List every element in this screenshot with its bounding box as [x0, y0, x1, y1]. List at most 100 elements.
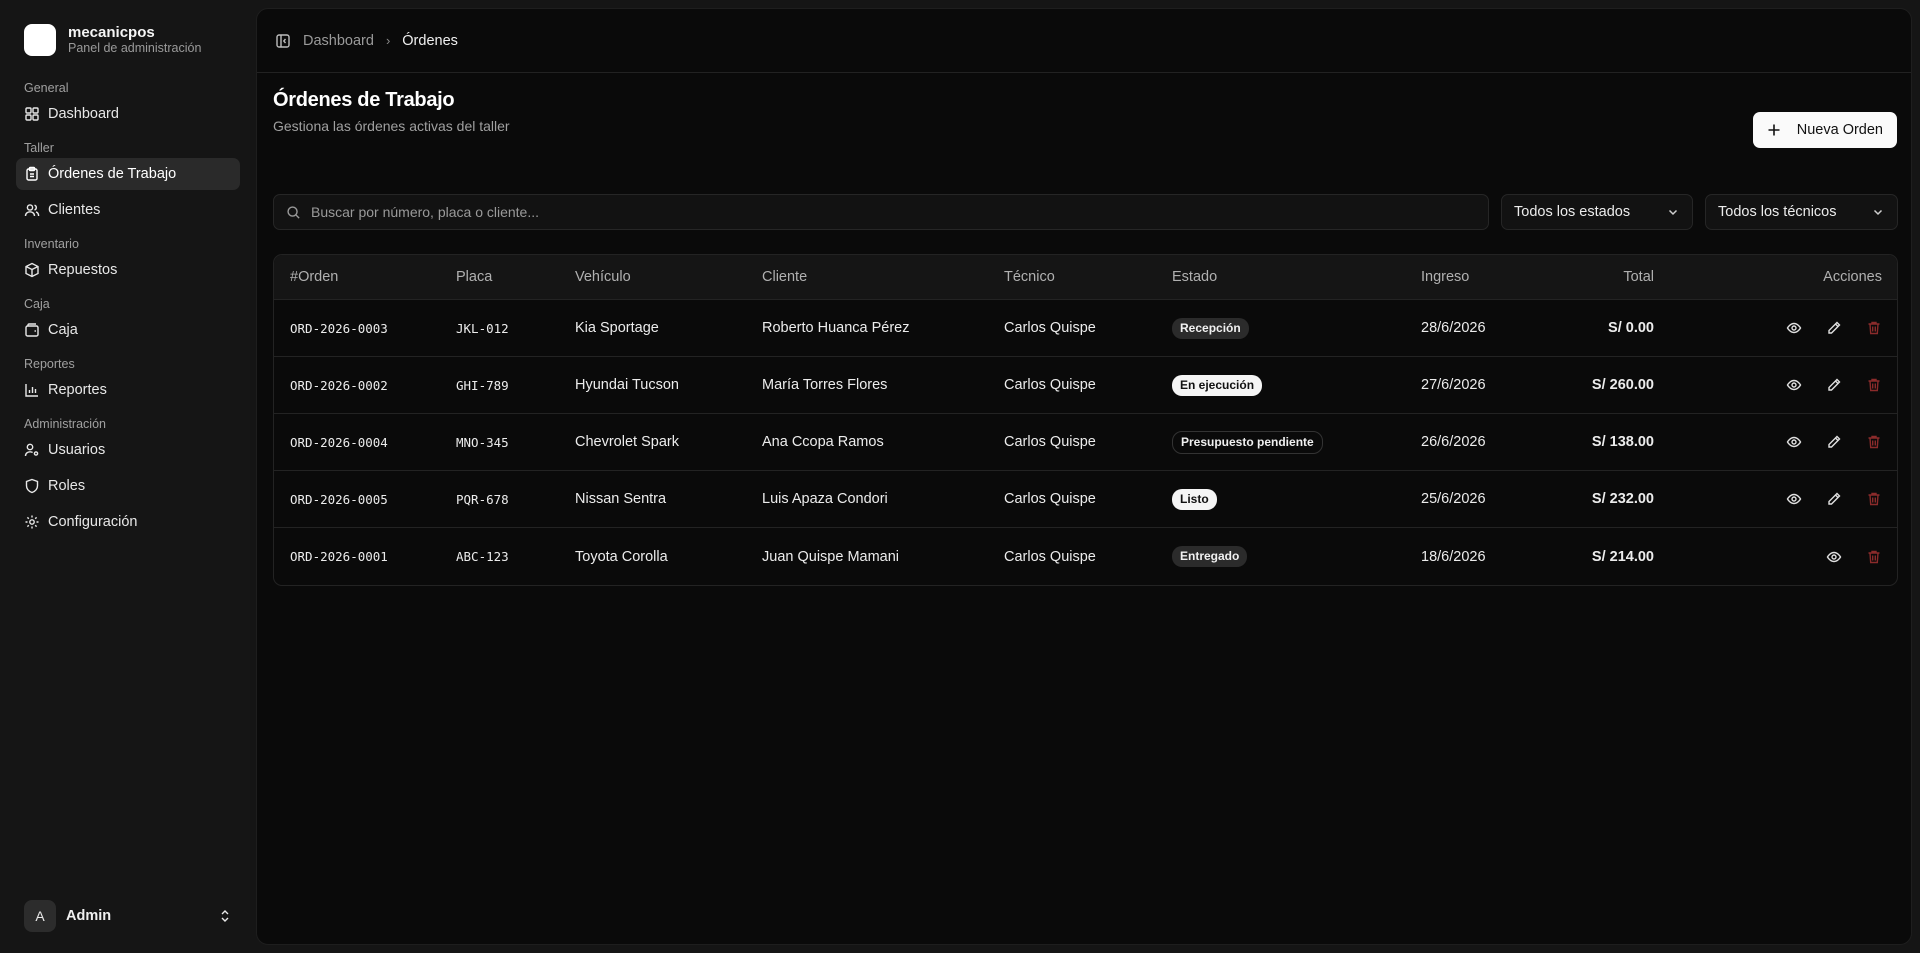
eye-icon[interactable]: [1786, 377, 1802, 393]
sidebar-item-clientes[interactable]: Clientes: [16, 194, 240, 226]
eye-icon[interactable]: [1786, 434, 1802, 450]
sidebar-item-usuarios[interactable]: Usuarios: [16, 434, 240, 466]
plate: MNO-345: [456, 434, 509, 450]
tech-filter-value: Todos los técnicos: [1718, 204, 1837, 220]
page-header: Órdenes de Trabajo Gestiona las órdenes …: [273, 89, 510, 134]
col-header-estado: Estado: [1172, 269, 1218, 285]
trash-icon[interactable]: [1866, 491, 1882, 507]
col-header-ingreso: Ingreso: [1421, 269, 1470, 285]
table-row[interactable]: ORD-2026-0001 ABC-123 Toyota Corolla Jua…: [274, 528, 1897, 585]
search-input[interactable]: [311, 204, 1461, 220]
status-filter-value: Todos los estados: [1514, 204, 1631, 220]
nav-group-inventario: Inventario: [24, 237, 79, 251]
nav-group-administracion: Administración: [24, 417, 106, 431]
new-order-button[interactable]: Nueva Orden: [1752, 112, 1897, 148]
total: S/ 260.00: [1591, 377, 1654, 393]
brand-name: mecanicpos: [68, 24, 155, 41]
total: S/ 0.00: [1608, 320, 1654, 336]
eye-icon[interactable]: [1826, 549, 1842, 565]
clipboard-icon: [26, 166, 38, 181]
sidebar-item-label: Repuestos: [48, 262, 118, 278]
pencil-icon[interactable]: [1826, 434, 1842, 450]
table-row[interactable]: ORD-2026-0004 MNO-345 Chevrolet Spark An…: [274, 414, 1897, 471]
col-header-total: Total: [1623, 269, 1654, 285]
search-box[interactable]: [273, 194, 1489, 230]
order-number: ORD-2026-0004: [290, 434, 388, 450]
sidebar-item-ordenes[interactable]: Órdenes de Trabajo: [16, 158, 240, 190]
wallet-icon: [25, 323, 39, 337]
client: Luis Apaza Condori: [762, 491, 888, 507]
breadcrumb-dashboard[interactable]: Dashboard: [303, 33, 374, 49]
entry-date: 18/6/2026: [1421, 548, 1486, 565]
order-number: ORD-2026-0001: [290, 549, 388, 564]
total: S/ 138.00: [1591, 434, 1654, 450]
sidebar-toggle-icon[interactable]: [275, 33, 291, 49]
status-badge: Entregado: [1172, 546, 1248, 567]
user-cog-icon: [24, 443, 39, 457]
sidebar-item-caja[interactable]: Caja: [16, 314, 240, 346]
status-badge: Listo: [1172, 488, 1217, 510]
row-actions: [1654, 320, 1897, 336]
sidebar-item-label: Reportes: [48, 382, 107, 398]
chevrons-up-down-icon: [221, 910, 229, 922]
technician: Carlos Quispe: [1004, 377, 1096, 393]
sidebar-item-label: Configuración: [48, 514, 138, 530]
entry-date: 26/6/2026: [1421, 434, 1486, 450]
table-row[interactable]: ORD-2026-0005 PQR-678 Nissan Sentra Luis…: [274, 471, 1897, 528]
sidebar-item-label: Roles: [48, 478, 86, 494]
eye-icon[interactable]: [1786, 491, 1802, 507]
grid-icon: [25, 107, 39, 121]
sidebar-nav: General Dashboard Taller Órdenes de Trab…: [16, 76, 240, 544]
sidebar-item-label: Caja: [48, 322, 78, 338]
order-number: ORD-2026-0005: [290, 491, 388, 507]
new-order-label: Nueva Orden: [1796, 122, 1883, 138]
brand[interactable]: mecanicpos Panel de administración: [24, 24, 201, 56]
total: S/ 214.00: [1591, 548, 1654, 565]
trash-icon[interactable]: [1866, 434, 1882, 450]
sidebar-item-roles[interactable]: Roles: [16, 470, 240, 502]
eye-icon[interactable]: [1786, 320, 1802, 336]
trash-icon[interactable]: [1866, 320, 1882, 336]
package-icon: [25, 262, 39, 278]
entry-date: 27/6/2026: [1421, 377, 1486, 393]
avatar: A: [24, 900, 56, 932]
plate: GHI-789: [456, 377, 509, 393]
plate: PQR-678: [456, 491, 509, 507]
pencil-icon[interactable]: [1826, 491, 1842, 507]
chevron-down-icon: [1873, 209, 1883, 216]
vehicle: Kia Sportage: [575, 320, 659, 336]
status-badge: En ejecución: [1172, 374, 1263, 396]
page-title: Órdenes de Trabajo: [273, 89, 455, 111]
chevron-down-icon: [1668, 209, 1678, 216]
user-menu[interactable]: A Admin: [16, 896, 240, 936]
sidebar-item-reportes[interactable]: Reportes: [16, 374, 240, 406]
users-icon: [24, 204, 40, 217]
status-badge: Presupuesto pendiente: [1172, 430, 1323, 454]
entry-date: 25/6/2026: [1421, 491, 1486, 507]
pencil-icon[interactable]: [1826, 320, 1842, 336]
trash-icon[interactable]: [1866, 549, 1882, 565]
sidebar: mecanicpos Panel de administración Gener…: [0, 0, 255, 953]
pencil-icon[interactable]: [1826, 377, 1842, 393]
col-header-cliente: Cliente: [762, 269, 808, 285]
status-badge: Recepción: [1172, 317, 1249, 339]
sidebar-item-configuracion[interactable]: Configuración: [16, 506, 240, 538]
technician: Carlos Quispe: [1004, 548, 1096, 565]
status-filter-select[interactable]: Todos los estados: [1501, 194, 1693, 230]
order-number: ORD-2026-0003: [290, 320, 388, 336]
col-header-vehiculo: Vehículo: [575, 269, 631, 285]
technician: Carlos Quispe: [1004, 491, 1096, 507]
technician: Carlos Quispe: [1004, 320, 1096, 336]
tech-filter-select[interactable]: Todos los técnicos: [1705, 194, 1898, 230]
sidebar-item-label: Dashboard: [48, 106, 119, 122]
col-header-acciones: Acciones: [1823, 269, 1882, 285]
plate: ABC-123: [456, 549, 509, 564]
order-number: ORD-2026-0002: [290, 377, 388, 393]
sidebar-item-repuestos[interactable]: Repuestos: [16, 254, 240, 286]
table-row[interactable]: ORD-2026-0003 JKL-012 Kia Sportage Rober…: [274, 300, 1897, 357]
trash-icon[interactable]: [1866, 377, 1882, 393]
row-actions: [1654, 377, 1897, 393]
table-row[interactable]: ORD-2026-0002 GHI-789 Hyundai Tucson Mar…: [274, 357, 1897, 414]
sidebar-item-label: Órdenes de Trabajo: [48, 166, 177, 182]
sidebar-item-dashboard[interactable]: Dashboard: [16, 98, 240, 130]
